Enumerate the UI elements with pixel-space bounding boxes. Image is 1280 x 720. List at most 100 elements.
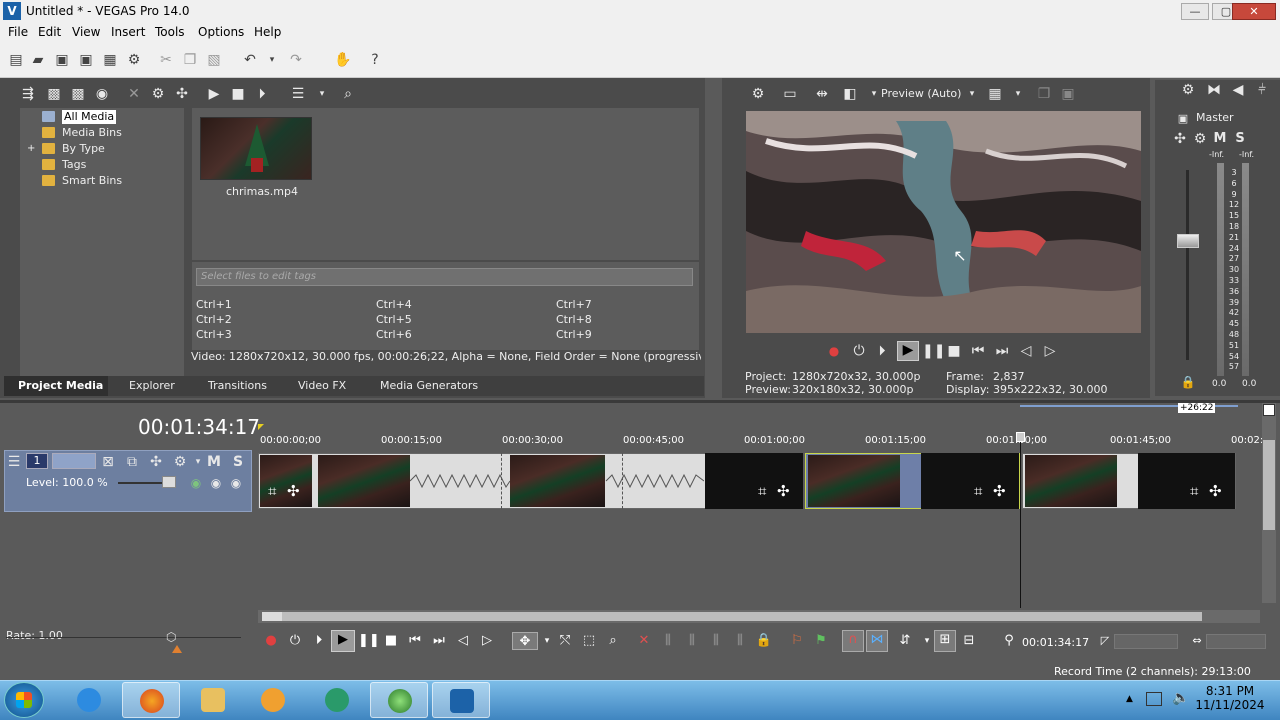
get-media-icon[interactable]: ▩ [70,86,86,102]
next-frame-icon[interactable]: ▷ [1042,343,1058,359]
network-icon[interactable] [1146,692,1162,706]
system-clock[interactable]: 8:31 PM 11/11/2024 [1195,684,1265,712]
menu-help[interactable]: Help [254,25,281,39]
views-icon[interactable]: ☰ [290,86,306,102]
overlays-dropdown-icon[interactable]: ▾ [866,86,882,102]
tab-project-media[interactable]: Project Media [18,379,103,392]
rate-slider-handle[interactable]: ⬡ [166,630,188,644]
event-pan-crop-icon[interactable]: ⌗ [974,482,982,500]
minimize-button[interactable]: — [1181,3,1209,20]
close-button[interactable]: ✕ [1232,3,1276,20]
preview-frame[interactable] [746,111,1141,333]
scroll-left-arrow-icon[interactable] [262,612,282,621]
trim-start-icon[interactable]: ⫼ [683,632,701,650]
event-pan-crop-icon[interactable]: ⌗ [1190,482,1198,500]
help-icon[interactable]: ? [367,52,383,68]
track-level-handle[interactable] [162,476,176,488]
event-fx-icon[interactable]: ✣ [777,482,790,500]
event-fx-icon[interactable]: ✣ [287,482,300,500]
go-to-start-icon[interactable]: ⏮ [406,632,424,650]
master-props-icon[interactable]: ✣ [1172,131,1188,147]
lock-envelopes-icon[interactable]: ⊞ [934,630,956,652]
properties-gear-icon[interactable]: ⚙ [126,52,142,68]
event-fx-icon[interactable]: ✣ [1209,482,1222,500]
menu-file[interactable]: File [8,25,28,39]
menu-edit[interactable]: Edit [38,25,61,39]
media-properties-icon[interactable]: ✣ [174,86,190,102]
track-gear-icon[interactable]: ⚙ [172,454,188,470]
envelope-tool-icon[interactable]: ⤲ [556,632,574,650]
copy-snapshot-icon[interactable]: ❐ [1036,86,1052,102]
menu-view[interactable]: View [72,25,100,39]
play-from-start-icon[interactable]: ⏵ [310,632,328,650]
event-pan-crop-icon[interactable]: ⌗ [758,482,766,500]
horizontal-scroll-thumb[interactable] [282,612,1202,621]
master-fx-icon[interactable]: ⚙ [1192,131,1208,147]
media-fx-icon[interactable]: ⚙ [150,86,166,102]
trim-icon[interactable]: ✋ [334,52,351,68]
track-solo-button[interactable]: S [230,454,246,470]
grid-icon[interactable]: ▦ [987,86,1003,102]
previous-frame-icon[interactable]: ◁ [1018,343,1034,359]
volume-icon[interactable]: 🔈 [1172,690,1189,706]
tags-input[interactable]: Select files to edit tags [196,268,693,286]
preview-quality-select[interactable]: Preview (Auto) [881,87,961,100]
tag-shortcut[interactable]: Ctrl+5 [376,313,412,326]
taskbar-file-explorer[interactable] [184,682,242,718]
media-thumbnail[interactable] [200,117,312,180]
master-fader-handle[interactable] [1177,234,1199,248]
normal-edit-tool-icon[interactable]: ✥ [512,632,538,650]
taskbar-vegas-pro[interactable] [432,682,490,718]
downmix-icon[interactable]: ⧓ [1206,82,1222,98]
tab-explorer[interactable]: Explorer [129,379,175,392]
tag-shortcut[interactable]: Ctrl+4 [376,298,412,311]
snapping-icon[interactable]: ∩ [842,630,864,652]
overlays-icon[interactable]: ◧ [842,86,858,102]
master-fx-gear-icon[interactable]: ⚙ [1180,82,1196,98]
go-to-end-icon[interactable]: ⏭ [430,632,448,650]
copy-icon[interactable]: ❐ [182,52,198,68]
master-solo-button[interactable]: S [1232,131,1248,147]
menu-tools[interactable]: Tools [155,25,185,39]
record-icon[interactable]: ● [826,343,842,359]
trim-icon[interactable]: ⫼ [659,632,677,650]
auto-crossfade-icon[interactable]: ⋈ [866,630,888,652]
tag-shortcut[interactable]: Ctrl+6 [376,328,412,341]
import-media-icon[interactable]: ⇶ [20,86,36,102]
lock-icon[interactable]: 🔒 [755,632,773,650]
tag-shortcut[interactable]: Ctrl+3 [196,328,232,341]
render-icon[interactable]: ▦ [102,52,118,68]
external-monitor-icon[interactable]: ▭ [782,86,798,102]
expand-icon[interactable]: + [27,142,35,156]
track-parent-icon[interactable]: ◉ [208,475,224,491]
loop-playback-icon[interactable]: ⏻ [286,632,304,650]
selection-length-field[interactable] [1206,634,1266,649]
insert-region-icon[interactable]: ⚑ [812,632,830,650]
playhead-cursor[interactable] [1020,432,1021,608]
save-as-icon[interactable]: ▣ [78,52,94,68]
timeline-play-icon[interactable]: ▶ [331,630,355,652]
composite-mode-icon[interactable]: ◉ [188,475,204,491]
track-child-icon[interactable]: ◉ [228,475,244,491]
cut-icon[interactable]: ✂ [158,52,174,68]
zoom-tool-icon[interactable]: ⌕ [604,632,622,650]
selection-tool-icon[interactable]: ⬚ [580,632,598,650]
menu-options[interactable]: Options [198,25,244,39]
taskbar-internet-explorer[interactable] [60,682,118,718]
tag-shortcut[interactable]: Ctrl+8 [556,313,592,326]
stop-media-icon[interactable]: ■ [230,86,246,102]
next-frame-icon[interactable]: ▷ [478,632,496,650]
pause-icon[interactable]: ❚❚ [358,632,380,650]
auto-ripple-icon[interactable]: ⇵ [896,632,914,650]
paste-icon[interactable]: ▧ [206,52,222,68]
tab-media-generators[interactable]: Media Generators [380,379,478,392]
tab-transitions[interactable]: Transitions [208,379,267,392]
open-icon[interactable]: ▰ [30,52,46,68]
menu-insert[interactable]: Insert [111,25,145,39]
tag-shortcut[interactable]: Ctrl+9 [556,328,592,341]
tab-video-fx[interactable]: Video FX [298,379,346,392]
play-media-icon[interactable]: ▶ [206,86,222,102]
views-dropdown-icon[interactable]: ▾ [314,86,330,102]
undo-dropdown-icon[interactable]: ▾ [264,52,280,68]
web-media-icon[interactable]: ◉ [94,86,110,102]
